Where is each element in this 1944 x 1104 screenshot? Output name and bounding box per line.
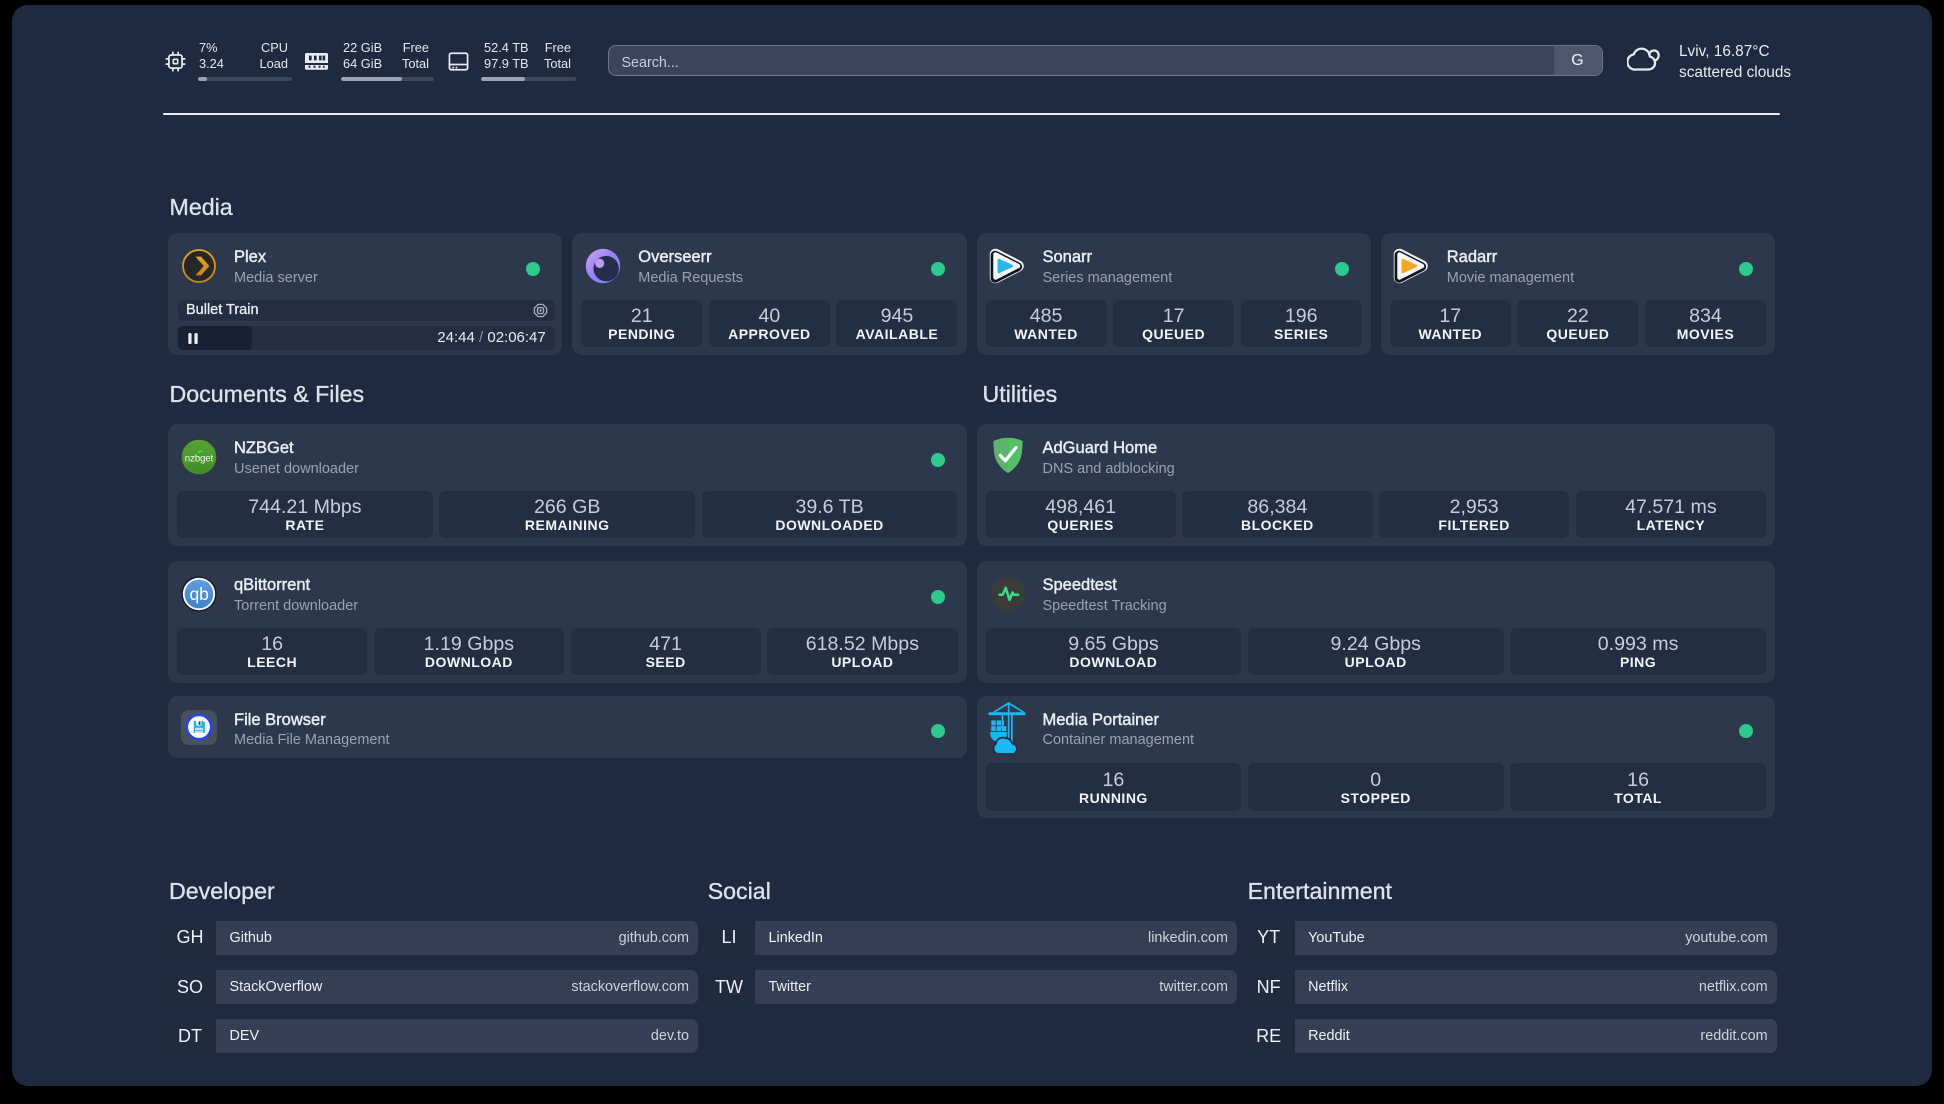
svg-text:qb: qb [189,584,208,604]
svg-text:nzbget: nzbget [185,454,214,465]
